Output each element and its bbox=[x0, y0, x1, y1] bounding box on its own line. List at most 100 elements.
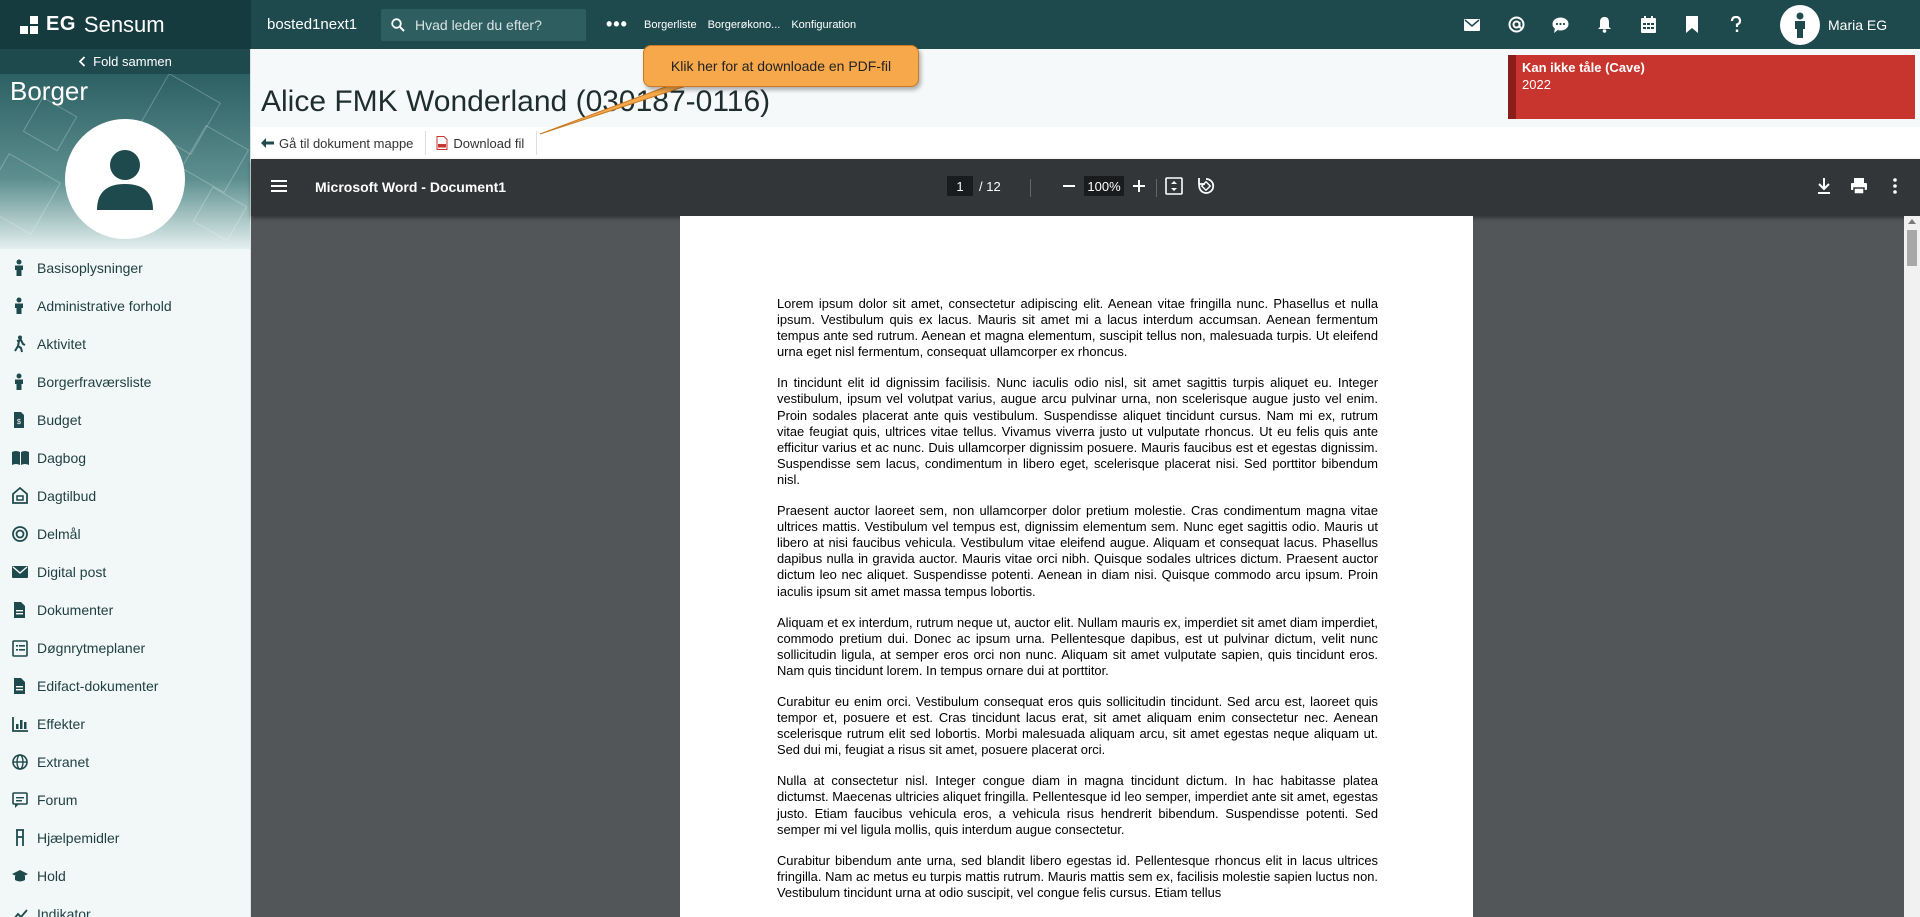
search-icon bbox=[391, 17, 405, 32]
goto-folder-button[interactable]: Gå til dokument mappe bbox=[251, 131, 427, 155]
download-file-label: Download fil bbox=[453, 135, 525, 151]
sidebar-item-administrative-forhold[interactable]: Administrative forhold bbox=[0, 287, 250, 325]
sidebar-item-delmål[interactable]: Delmål bbox=[0, 515, 250, 553]
globe-icon bbox=[12, 754, 28, 770]
brand-name: Sensum bbox=[83, 11, 165, 37]
nav-konfiguration[interactable]: Konfiguration bbox=[791, 19, 856, 31]
chat-icon[interactable] bbox=[1538, 0, 1582, 49]
person-icon bbox=[15, 373, 23, 390]
pdf-page: Lorem ipsum dolor sit amet, consectetur … bbox=[680, 216, 1473, 917]
sidebar-item-indikator[interactable]: Indikator bbox=[0, 895, 250, 917]
pdf-paragraph: Curabitur bibendum ante urna, sed blandi… bbox=[777, 852, 1378, 900]
sidebar-item-edifact-dokumenter[interactable]: Edifact-dokumenter bbox=[0, 667, 250, 705]
crutch-icon bbox=[16, 829, 24, 846]
sidebar-item-label: Hjælpemidler bbox=[37, 830, 120, 846]
more-vertical-icon[interactable] bbox=[1893, 177, 1897, 195]
sidebar-item-hjælpemidler[interactable]: Hjælpemidler bbox=[0, 819, 250, 857]
sidebar-item-dagbog[interactable]: Dagbog bbox=[0, 439, 250, 477]
print-icon[interactable] bbox=[1850, 177, 1868, 195]
page-number-input[interactable] bbox=[947, 176, 973, 196]
menu-icon[interactable] bbox=[271, 179, 287, 193]
user-name: Maria EG bbox=[1828, 16, 1888, 33]
alert-year: 2022 bbox=[1522, 77, 1551, 92]
fold-label: Fold sammen bbox=[93, 54, 172, 69]
sidebar-item-label: Digital post bbox=[37, 564, 107, 580]
sidebar-item-label: Aktivitet bbox=[37, 336, 87, 352]
citizen-hero: Borger bbox=[0, 74, 250, 249]
sidebar-item-budget[interactable]: $ Budget bbox=[0, 401, 250, 439]
citizen-portrait bbox=[65, 119, 185, 239]
zoom-input[interactable] bbox=[1084, 176, 1124, 196]
sidebar-item-label: Hold bbox=[37, 868, 66, 884]
person-icon bbox=[1795, 12, 1805, 38]
sidebar-item-dagtilbud[interactable]: Dagtilbud bbox=[0, 477, 250, 515]
nav-borgerliste[interactable]: Borgerliste bbox=[644, 19, 697, 31]
main-content: Alice FMK Wonderland (030187-0116) Kan i… bbox=[251, 49, 1920, 917]
user-menu[interactable]: Maria EG bbox=[1780, 0, 1887, 49]
sidebar-item-label: Indikator bbox=[37, 906, 91, 917]
sidebar-item-borgerfraværsliste[interactable]: Borgerfraværsliste bbox=[0, 363, 250, 401]
sidebar-item-aktivitet[interactable]: Aktivitet bbox=[0, 325, 250, 363]
sidebar-item-label: Dagtilbud bbox=[37, 488, 97, 504]
page-indicator: / 12 bbox=[947, 176, 1001, 196]
sidebar-title: Borger bbox=[10, 76, 89, 106]
bell-icon[interactable] bbox=[1582, 0, 1626, 49]
sidebar-item-label: Effekter bbox=[37, 716, 85, 732]
budget-document-icon: $ bbox=[14, 412, 24, 428]
allergy-alert[interactable]: Kan ikke tåle (Cave) 2022 bbox=[1508, 55, 1915, 119]
pdf-paragraph: Curabitur eu enim orci. Vestibulum conse… bbox=[777, 693, 1378, 758]
download-file-button[interactable]: Download fil bbox=[426, 131, 538, 155]
at-icon[interactable] bbox=[1494, 0, 1538, 49]
pdf-viewer: Microsoft Word - Document1 / 12 Lorem ip… bbox=[251, 159, 1920, 917]
sidebar-item-forum[interactable]: Forum bbox=[0, 781, 250, 819]
zoom-in-icon[interactable] bbox=[1132, 179, 1146, 193]
zoom-out-icon[interactable] bbox=[1062, 179, 1076, 193]
nav-borgerokonomi[interactable]: Borgerøkono... bbox=[708, 19, 781, 31]
page-title: Alice FMK Wonderland (030187-0116) bbox=[261, 85, 771, 118]
arrow-left-icon bbox=[261, 138, 274, 148]
sidebar-item-effekter[interactable]: Effekter bbox=[0, 705, 250, 743]
sidebar-item-label: Forum bbox=[37, 792, 78, 808]
trend-icon bbox=[14, 909, 28, 917]
chevron-left-icon bbox=[78, 56, 86, 67]
document-icon bbox=[14, 678, 25, 694]
sidebar-item-digital-post[interactable]: Digital post bbox=[0, 553, 250, 591]
help-icon[interactable] bbox=[1714, 0, 1758, 49]
zoom-controls bbox=[1062, 176, 1146, 196]
scrollbar-thumb[interactable] bbox=[1907, 230, 1917, 266]
list-icon bbox=[12, 640, 28, 657]
download-icon[interactable] bbox=[1816, 177, 1832, 195]
calendar-icon[interactable] bbox=[1626, 0, 1670, 49]
brand-logo[interactable]: EG Sensum bbox=[0, 0, 251, 49]
sidebar-item-basisoplysninger[interactable]: Basisoplysninger bbox=[0, 249, 250, 287]
scroll-up-arrow-icon[interactable] bbox=[1908, 219, 1916, 224]
search-input[interactable] bbox=[415, 16, 575, 33]
graduation-cap-icon bbox=[12, 870, 28, 882]
fit-page-icon[interactable] bbox=[1165, 177, 1183, 195]
page-total: / 12 bbox=[979, 178, 1001, 194]
target-icon bbox=[12, 526, 28, 542]
house-icon bbox=[12, 487, 28, 504]
pdf-scrollbar[interactable] bbox=[1904, 216, 1920, 917]
environment-label[interactable]: bosted1next1 bbox=[267, 16, 381, 33]
pdf-document-title: Microsoft Word - Document1 bbox=[315, 179, 507, 195]
book-icon bbox=[12, 451, 29, 465]
sidebar-item-dokumenter[interactable]: Dokumenter bbox=[0, 591, 250, 629]
bookmark-icon[interactable] bbox=[1670, 0, 1714, 49]
mail-icon[interactable] bbox=[1450, 0, 1494, 49]
download-callout: Klik her for at downloade en PDF-fil bbox=[643, 45, 919, 87]
sidebar-item-døgnrytmeplaner[interactable]: Døgnrytmeplaner bbox=[0, 629, 250, 667]
sidebar-item-label: Dagbog bbox=[37, 450, 87, 466]
more-menu-button[interactable]: ••• bbox=[606, 14, 632, 35]
sidebar-item-hold[interactable]: Hold bbox=[0, 857, 250, 895]
top-bar: EG Sensum bosted1next1 ••• Borgerliste B… bbox=[0, 0, 1920, 49]
fold-sidebar-button[interactable]: Fold sammen bbox=[0, 49, 250, 74]
eg-logo-icon bbox=[20, 15, 38, 34]
sidebar-item-label: Basisoplysninger bbox=[37, 260, 143, 276]
sidebar-item-extranet[interactable]: Extranet bbox=[0, 743, 250, 781]
brand-eg: EG bbox=[46, 13, 76, 35]
svg-text:$: $ bbox=[17, 419, 21, 426]
global-search[interactable] bbox=[381, 8, 586, 41]
person-icon bbox=[15, 259, 23, 276]
rotate-icon[interactable] bbox=[1197, 177, 1215, 195]
